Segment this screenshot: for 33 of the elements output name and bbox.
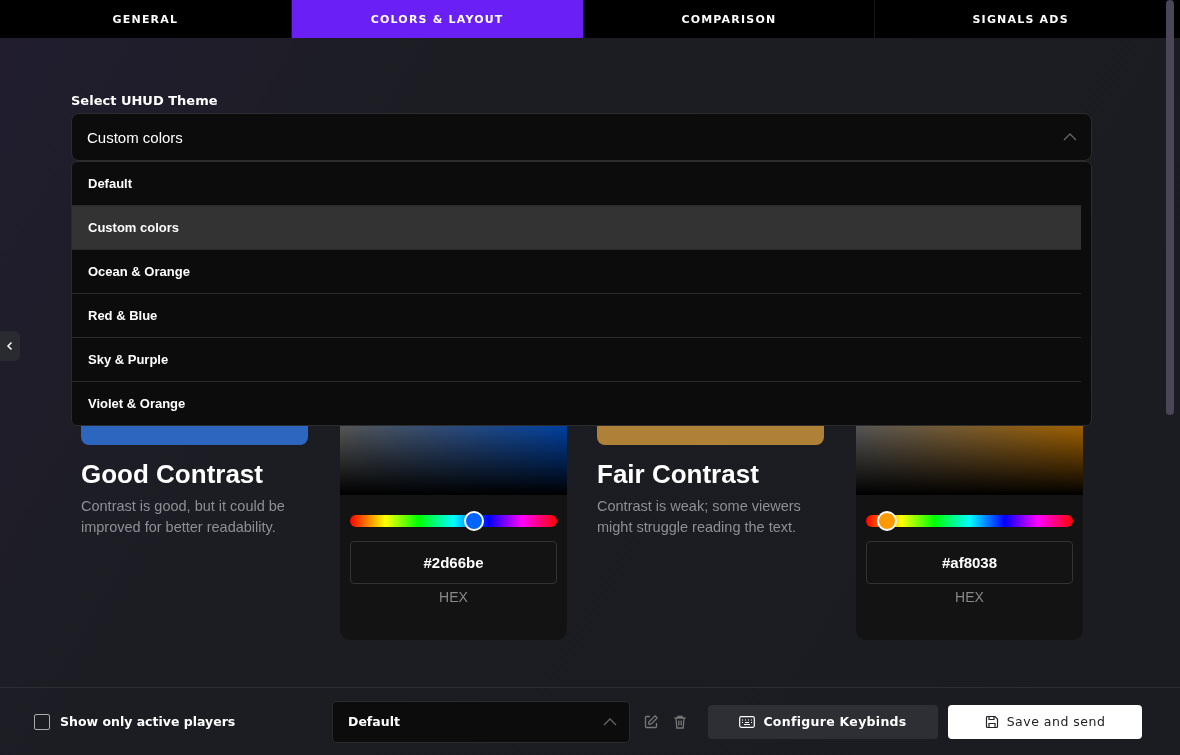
dropdown-option[interactable]: Ocean & Orange (72, 249, 1081, 293)
theme-select[interactable]: Custom colors (71, 113, 1092, 161)
chevron-icon (603, 717, 617, 726)
dropdown-option[interactable]: Violet & Orange (72, 381, 1081, 425)
checkbox[interactable] (34, 713, 50, 730)
chevron-left-icon (5, 341, 15, 351)
save-button[interactable]: Save and send (948, 704, 1142, 739)
tab[interactable]: COLORS & LAYOUT (290, 0, 583, 38)
collapse-handle[interactable] (0, 331, 20, 361)
hex-label: HEX (955, 589, 984, 605)
contrast-description: Contrast is good, but it could be improved for better readability. (81, 497, 286, 537)
hex-label: HEX (439, 589, 468, 605)
checkbox-label: Show only active players (60, 714, 236, 729)
hex-input[interactable]: #2d66be (350, 541, 557, 584)
dropdown-option[interactable]: Custom colors (72, 205, 1081, 249)
contrast-title: Fair Contrast (597, 459, 760, 490)
slider-thumb[interactable] (464, 511, 485, 531)
dropdown-option[interactable]: Red & Blue (72, 293, 1081, 337)
preset-select[interactable]: Default (332, 700, 630, 743)
scrollbar-thumb[interactable] (1166, 0, 1174, 415)
field-label: Select UHUD Theme (71, 93, 219, 110)
hex-input[interactable]: #af8038 (866, 541, 1073, 584)
dropdown-option[interactable]: Sky & Purple (72, 337, 1081, 381)
configure-keybinds-button[interactable]: Configure Keybinds (708, 704, 938, 739)
chevron-icon (1063, 133, 1077, 141)
dropdown-option[interactable]: Default (72, 162, 1081, 205)
trash-icon[interactable] (672, 713, 688, 730)
contrast-description: Contrast is weak; some viewers might struggle reading the text. (597, 497, 802, 537)
contrast-title: Good Contrast (81, 459, 264, 490)
keyboard-icon (739, 715, 756, 728)
slider-thumb[interactable] (876, 511, 897, 531)
save-icon (984, 714, 999, 729)
edit-icon[interactable] (643, 713, 659, 730)
